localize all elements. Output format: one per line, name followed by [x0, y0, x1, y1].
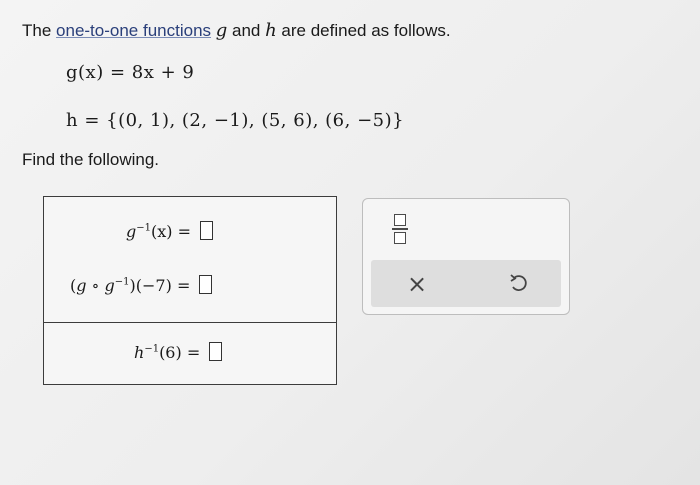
h-symbol: h	[134, 343, 145, 362]
prompt-prefix: The	[22, 21, 57, 40]
find-instruction: Find the following.	[22, 150, 160, 169]
equals-sign: =	[176, 276, 191, 295]
inverse-exponent: −1	[136, 222, 151, 234]
h-inverse-answer-input[interactable]	[209, 342, 223, 361]
g-symbol: g	[126, 222, 137, 241]
action-bar: ×	[371, 260, 561, 307]
answer-cell-bottom: h−1(6) =	[44, 322, 336, 384]
inverse-exponent: −1	[114, 276, 130, 288]
fraction-icon[interactable]	[391, 214, 409, 244]
var-g: g	[215, 20, 228, 41]
fraction-bar	[392, 228, 408, 230]
problem-statement: The one-to-one functions g and h are def…	[22, 20, 451, 41]
composition-row: (g ∘ g−1)(−7) =	[70, 275, 213, 295]
arg-x: (x)	[151, 222, 173, 241]
arg-6: (6)	[159, 343, 182, 362]
prompt-and: and	[227, 21, 266, 40]
compose-operator: ∘	[86, 276, 105, 295]
var-h: h	[265, 20, 277, 41]
equals-sign: =	[177, 222, 192, 241]
inverse-exponent: −1	[144, 343, 160, 355]
answer-table: g−1(x) = (g ∘ g−1)(−7) = h−1(6) =	[43, 196, 337, 385]
g-inverse-answer-input[interactable]	[200, 221, 214, 240]
h-inverse-row: h−1(6) =	[134, 342, 223, 362]
g-definition: g(x) = 8x + 9	[66, 62, 195, 83]
prompt-suffix: are defined as follows.	[276, 21, 451, 40]
denominator-box	[394, 232, 406, 244]
g-symbol: g	[104, 276, 115, 295]
arg-neg7: (−7)	[135, 276, 172, 295]
one-to-one-functions-link[interactable]: one-to-one functions	[56, 21, 211, 40]
numerator-box	[394, 214, 406, 226]
composition-answer-input[interactable]	[199, 275, 213, 294]
clear-button[interactable]: ×	[407, 270, 427, 298]
undo-icon[interactable]	[508, 272, 530, 294]
math-tools-panel: ×	[362, 198, 570, 315]
g-inverse-row: g−1(x) =	[126, 221, 214, 241]
equals-sign: =	[186, 343, 201, 362]
g-symbol: g	[76, 276, 87, 295]
answer-cell-top: g−1(x) = (g ∘ g−1)(−7) =	[44, 197, 336, 323]
h-definition: h = {(0, 1), (2, −1), (5, 6), (6, −5)}	[66, 110, 405, 131]
